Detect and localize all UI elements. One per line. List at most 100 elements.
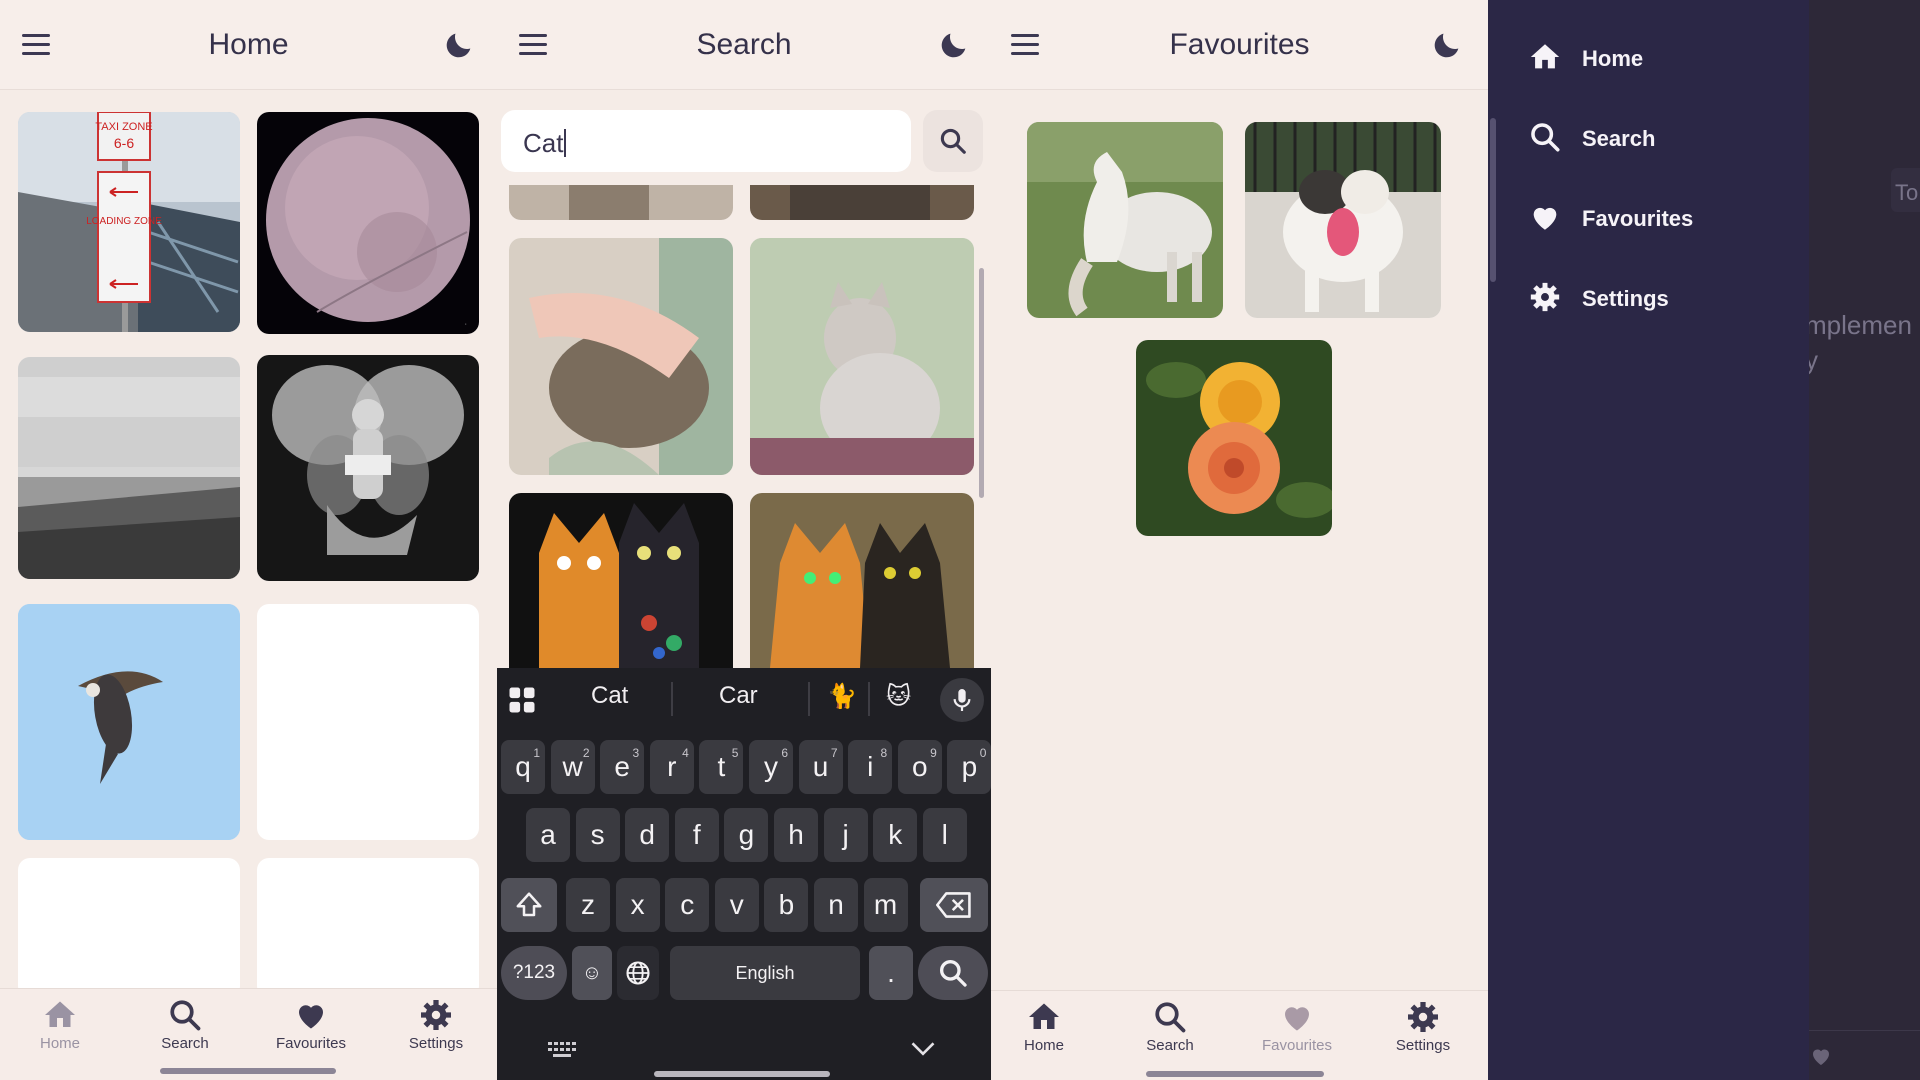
image-happy-dog[interactable] [1245,122,1441,318]
search-enter-key[interactable] [918,946,988,1000]
key-i[interactable]: i8 [848,740,893,794]
drawer-item-label: Settings [1582,286,1669,311]
suggestion-car[interactable]: Car [719,682,758,710]
svg-text:·: · [465,321,467,328]
gear-icon [421,1000,451,1030]
key-n[interactable]: n [814,878,858,932]
nav-favourites[interactable]: Favourites [1247,999,1347,1054]
nav-search[interactable]: Search [1120,999,1220,1054]
bottom-navigation: Home Search Favourites Settings [991,990,1488,1080]
image-painted-cats-1[interactable] [509,493,733,668]
image-eagle-flying[interactable] [18,604,240,840]
key-hint: 8 [880,746,888,760]
key-u[interactable]: u7 [798,740,843,794]
image-fisheye-sky[interactable]: · [257,112,479,334]
sign-text: LOADING ZONE [86,216,162,227]
symbols-key[interactable]: ?123 [501,946,567,1000]
key-l[interactable]: l [922,808,967,862]
shift-key[interactable] [501,878,557,932]
home-screen: Home TAXI ZONE 6-6 LOADING ZONE · Home S… [0,0,497,1080]
key-q[interactable]: q1 [501,740,545,794]
key-o[interactable]: o9 [897,740,942,794]
nav-label: Favourites [275,1035,347,1052]
image-white-horses[interactable] [1027,122,1223,318]
key-label: e [614,751,630,782]
suggestion-bar: Cat Car 🐈 🐱 [497,668,991,730]
space-key[interactable]: English [670,946,860,1000]
image-blank-tile[interactable] [257,604,479,840]
key-m[interactable]: m [863,878,908,932]
key-d[interactable]: d [625,808,670,862]
gear-icon [1408,1002,1438,1032]
key-p[interactable]: p0 [947,740,991,794]
heart-icon [1285,1007,1309,1031]
key-c[interactable]: c [665,878,710,932]
key-hint: 1 [533,746,540,760]
drawer-scrollbar[interactable] [1490,118,1496,282]
image-hand-petting-cat[interactable] [509,238,733,475]
key-k[interactable]: k [873,808,918,862]
suggestion-emoji-cat[interactable]: 🐈 [827,682,857,711]
image-blank-tile[interactable] [257,858,479,998]
hide-keyboard-icon[interactable] [909,1038,937,1058]
heart-icon [299,1005,323,1029]
key-f[interactable]: f [674,808,719,862]
suggestion-emoji-cat-face[interactable]: 🐱 [886,682,911,711]
key-x[interactable]: x [615,878,660,932]
keyboard-switch-icon[interactable] [547,1040,577,1058]
key-r[interactable]: r4 [649,740,694,794]
nav-settings[interactable]: Settings [1373,999,1473,1054]
key-y[interactable]: y6 [749,740,793,794]
results-scrollbar[interactable] [979,268,984,498]
nav-favourites[interactable]: Favourites [261,997,361,1052]
home-icon [1530,44,1560,69]
drawer-item-label: Favourites [1582,206,1694,231]
nav-home[interactable]: Home [10,997,110,1052]
key-v[interactable]: v [714,878,759,932]
moon-icon[interactable] [442,28,476,62]
image-fairy-reading[interactable] [257,355,479,581]
nav-home[interactable]: Home [994,999,1094,1054]
key-g[interactable]: g [724,808,769,862]
image-blank-tile[interactable] [18,858,240,998]
moon-icon[interactable] [937,28,971,62]
key-z[interactable]: z [566,878,610,932]
apps-grid-icon[interactable] [507,685,537,715]
favourites-top-bar: Favourites [991,0,1488,90]
suggestion-divider [671,682,673,716]
key-w[interactable]: w2 [550,740,595,794]
sign-text: 6-6 [114,135,134,151]
image-ocean-beach[interactable] [18,357,240,579]
search-icon [940,960,967,987]
key-hint: 2 [582,746,590,760]
suggestion-cat[interactable]: Cat [591,682,628,710]
key-b[interactable]: b [764,878,809,932]
language-key[interactable] [617,946,659,1000]
key-t[interactable]: t5 [699,740,744,794]
key-j[interactable]: j [823,808,868,862]
voice-input-button[interactable] [940,678,984,722]
page-title: Home [208,28,289,61]
background-screen: To mplemen y [1809,0,1920,1080]
image-painted-cats-2[interactable] [750,493,974,668]
moon-icon[interactable] [1430,28,1464,62]
nav-search[interactable]: Search [135,997,235,1052]
image-taxi-zone-sign[interactable]: TAXI ZONE 6-6 LOADING ZONE [18,112,240,332]
key-a[interactable]: a [526,808,570,862]
image-cat-partial-2[interactable] [750,185,974,220]
period-key[interactable]: . [869,946,913,1000]
backspace-key[interactable] [920,878,988,932]
nav-settings[interactable]: Settings [386,997,486,1052]
home-icon [45,1001,75,1027]
gesture-bar [654,1071,830,1077]
key-e[interactable]: e3 [600,740,645,794]
image-cat-behind-curtain[interactable] [750,238,974,475]
search-icon [1531,123,1560,152]
emoji-key[interactable]: ☺ [572,946,612,1000]
key-h[interactable]: h [774,808,818,862]
image-orange-roses[interactable] [1136,340,1332,536]
search-button[interactable] [923,110,983,172]
image-cat-partial-1[interactable] [509,185,733,220]
search-input[interactable]: Cat [501,110,911,172]
key-s[interactable]: s [575,808,620,862]
